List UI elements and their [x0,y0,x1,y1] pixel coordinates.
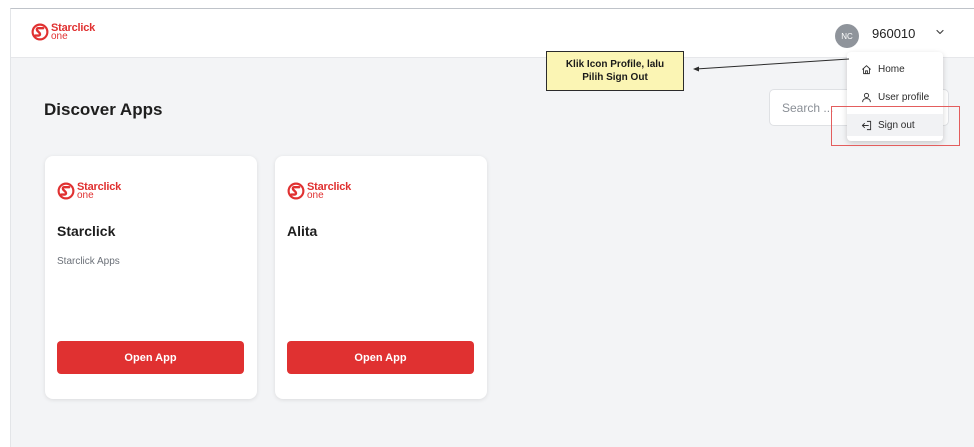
callout-arrow [693,58,850,72]
app-window: Starclick one NC 960010 Discover Apps St… [10,8,974,447]
